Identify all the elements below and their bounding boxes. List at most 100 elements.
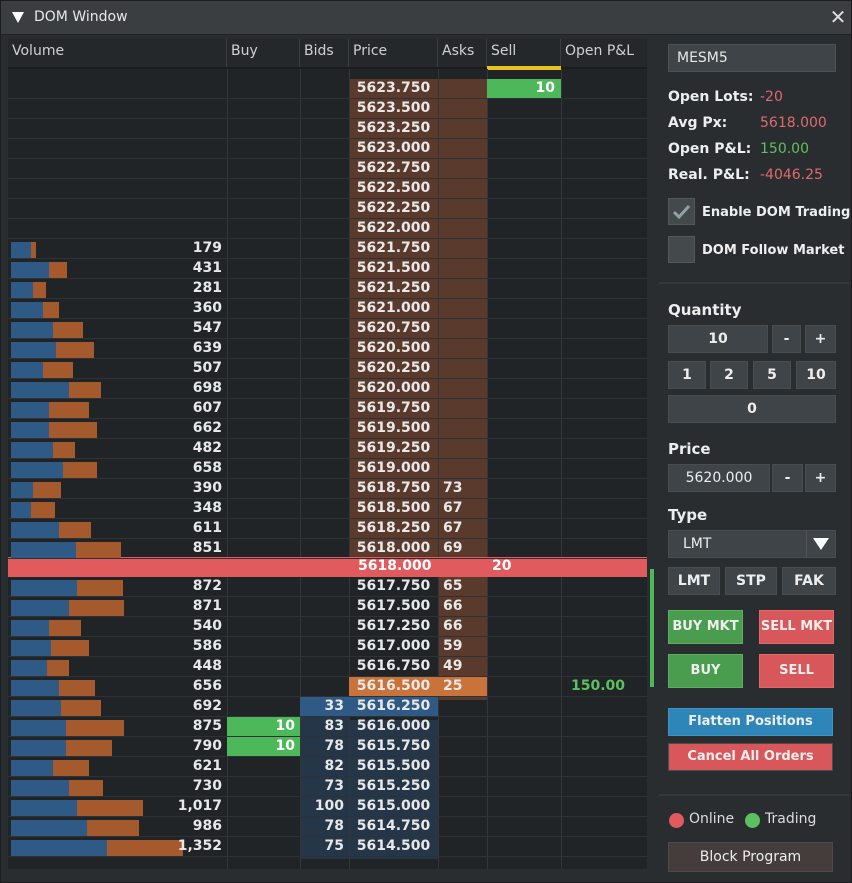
bid-size: 100 <box>314 798 344 814</box>
ladder-row[interactable]: 5623.000 <box>8 139 647 159</box>
ladder-row[interactable]: 611 5618.250 67 <box>8 519 647 539</box>
volume-value: 698 <box>192 380 222 396</box>
ladder-row[interactable]: 179 5621.750 <box>8 239 647 259</box>
enable-dom-checkbox[interactable] <box>668 198 695 225</box>
current-position-qty: 20 <box>492 558 512 574</box>
ask-size: 67 <box>443 520 463 536</box>
buy-mkt-button[interactable]: BUY MKT <box>668 610 743 644</box>
collapse-triangle-icon[interactable] <box>12 12 24 23</box>
ladder-row[interactable]: 986 78 5614.750 <box>8 817 647 837</box>
buy-button[interactable]: BUY <box>668 654 743 688</box>
ladder-row[interactable]: 482 5619.250 <box>8 439 647 459</box>
ladder-row[interactable]: 851 5618.000 69 <box>8 539 647 559</box>
price-level: 5621.500 <box>356 260 431 276</box>
qty-preset-2[interactable]: 2 <box>710 361 748 389</box>
follow-market-checkbox[interactable] <box>668 236 695 263</box>
ladder-row[interactable]: 448 5616.750 49 <box>8 657 647 677</box>
panel-divider <box>659 282 849 284</box>
block-program-button[interactable]: Block Program <box>668 842 833 872</box>
ladder-row[interactable]: 1,352 75 5614.500 <box>8 837 647 857</box>
order-type-select[interactable]: LMT <box>668 530 836 558</box>
ladder-row[interactable]: 730 73 5615.250 <box>8 777 647 797</box>
dropdown-arrow-icon[interactable] <box>813 538 829 550</box>
sell-mkt-button[interactable]: SELL MKT <box>759 610 834 644</box>
ladder-row[interactable]: 507 5620.250 <box>8 359 647 379</box>
price-level: 5620.250 <box>356 360 431 376</box>
bid-size: 82 <box>324 758 344 774</box>
stp-button[interactable]: STP <box>725 567 777 595</box>
ladder-row[interactable]: 698 5620.000 <box>8 379 647 399</box>
price-level: 5623.750 <box>356 80 431 96</box>
ladder-row[interactable]: 692 33 5616.250 <box>8 697 647 717</box>
qty-preset-5[interactable]: 5 <box>753 361 791 389</box>
price-plus-button[interactable]: + <box>805 464 836 492</box>
panel-divider <box>659 794 849 796</box>
qty-preset-10[interactable]: 10 <box>796 361 836 389</box>
volume-value: 611 <box>192 520 222 536</box>
price-field[interactable]: 5620.000 <box>668 464 770 492</box>
quantity-field[interactable]: 10 <box>668 325 768 353</box>
ladder-row[interactable]: 656 5616.500 25 150.00 <box>8 677 647 697</box>
ladder-row[interactable]: 875 10 83 5616.000 <box>8 717 647 737</box>
volume-value: 448 <box>192 658 222 674</box>
close-icon[interactable]: ✕ <box>827 7 849 29</box>
volume-value: 1,352 <box>177 838 222 854</box>
cancel-all-orders-button[interactable]: Cancel All Orders <box>668 743 833 771</box>
ladder-row[interactable]: 547 5620.750 <box>8 319 647 339</box>
qty-zero-button[interactable]: 0 <box>668 395 836 423</box>
ladder-row[interactable]: 540 5617.250 66 <box>8 617 647 637</box>
price-level: 5619.250 <box>356 440 431 456</box>
fak-button[interactable]: FAK <box>782 567 836 595</box>
online-status-dot-icon <box>669 813 684 828</box>
ladder-row[interactable]: 658 5619.000 <box>8 459 647 479</box>
ladder-row[interactable]: 607 5619.750 <box>8 399 647 419</box>
price-level: 5621.250 <box>356 280 431 296</box>
price-level: 5614.750 <box>356 818 431 834</box>
ladder-row[interactable]: 348 5618.500 67 <box>8 499 647 519</box>
ladder-row[interactable]: 5622.750 <box>8 159 647 179</box>
ladder-row[interactable]: 662 5619.500 <box>8 419 647 439</box>
quantity-minus-button[interactable]: - <box>772 325 801 353</box>
sell-order-qty: 10 <box>535 80 555 96</box>
price-level: 5623.250 <box>356 120 431 136</box>
ladder-row[interactable]: 5622.500 <box>8 179 647 199</box>
ladder-row[interactable]: 5623.250 <box>8 119 647 139</box>
volume-value: 540 <box>192 618 222 634</box>
ladder-row[interactable]: 431 5621.500 <box>8 259 647 279</box>
ladder-row[interactable]: 621 82 5615.500 <box>8 757 647 777</box>
ladder-row[interactable]: 5622.000 <box>8 219 647 239</box>
ladder-row[interactable]: 872 5617.750 65 <box>8 577 647 597</box>
ladder-row[interactable]: 5623.750 10 <box>8 79 647 99</box>
ladder-row[interactable]: 390 5618.750 <box>8 479 647 499</box>
ladder-row[interactable]: 360 5621.000 <box>8 299 647 319</box>
current-position-row[interactable]: 5618.000 20 <box>8 557 647 577</box>
online-status-label: Online <box>689 811 735 827</box>
lmt-button[interactable]: LMT <box>668 567 720 595</box>
price-level: 5618.750 <box>356 480 431 496</box>
price-minus-button[interactable]: - <box>772 464 803 492</box>
ladder-row[interactable]: 639 5620.500 <box>8 339 647 359</box>
price-level: 5616.250 <box>356 698 431 714</box>
ladder-row[interactable]: 281 5621.250 <box>8 279 647 299</box>
quantity-plus-button[interactable]: + <box>805 325 836 353</box>
trading-status-dot-icon <box>745 813 760 828</box>
qty-preset-1[interactable]: 1 <box>668 361 706 389</box>
ladder-row[interactable]: 790 10 78 5615.750 <box>8 737 647 757</box>
dom-window: DOM Window ✕ Volume Buy Bids Price Asks … <box>0 0 852 883</box>
ladder-scroll-indicator[interactable] <box>650 569 654 687</box>
follow-market-label: DOM Follow Market <box>702 243 845 258</box>
ask-size: 69 <box>443 540 463 556</box>
symbol-field[interactable]: MESM5 <box>668 44 836 72</box>
volume-value: 507 <box>192 360 222 376</box>
price-level: 5616.750 <box>356 658 431 674</box>
ladder-row[interactable]: 5622.250 <box>8 199 647 219</box>
ladder-row[interactable]: 871 5617.500 66 <box>8 597 647 617</box>
sell-button[interactable]: SELL <box>759 654 834 688</box>
price-level: 5618.250 <box>356 520 431 536</box>
ladder-row[interactable]: 1,017 100 5615.000 <box>8 797 647 817</box>
volume-value: 692 <box>192 698 222 714</box>
volume-value: 639 <box>192 340 222 356</box>
ladder-row[interactable]: 5623.500 <box>8 99 647 119</box>
ladder-row[interactable]: 586 5617.000 59 <box>8 637 647 657</box>
flatten-positions-button[interactable]: Flatten Positions <box>668 708 833 736</box>
